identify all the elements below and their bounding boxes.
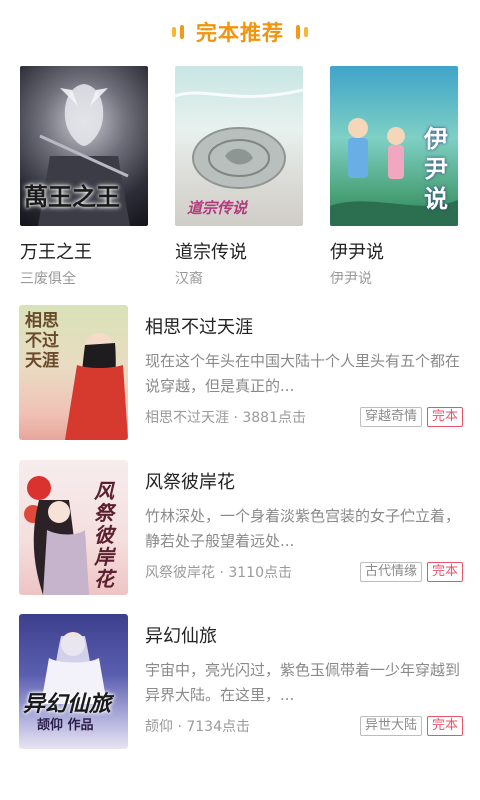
book-cover[interactable]: 萬王之王: [20, 66, 148, 226]
cover-title-text: 萬王之王: [24, 182, 120, 211]
top-book-card[interactable]: 萬王之王 万王之王 三废俱全: [20, 66, 148, 288]
book-byline: 颉仰 · 7134点击: [145, 719, 250, 735]
book-author: 伊尹说: [330, 271, 372, 287]
book-title[interactable]: 万王之王: [20, 238, 148, 264]
book-meta: 相思不过天涯 · 3881点击 穿越奇情 完本: [145, 406, 463, 428]
book-author: 三废俱全: [20, 271, 76, 287]
book-title[interactable]: 相思不过天涯: [145, 313, 463, 339]
book-description: 现在这个年头在中国大陆十个人里头有五个都在说穿越，但是真正的...: [145, 352, 461, 395]
book-author: 汉裔: [175, 271, 203, 287]
book-title[interactable]: 异幻仙旅: [145, 622, 463, 648]
cover-title-text: 道宗传说: [187, 199, 248, 217]
book-title[interactable]: 伊尹说: [330, 238, 458, 264]
book-cover[interactable]: 道宗传说: [175, 66, 303, 226]
book-meta: 风祭彼岸花 · 3110点击 古代情缘 完本: [145, 561, 463, 583]
book-description: 宇宙中，亮光闪过，紫色玉佩带着一少年穿越到异界大陆。在这里，...: [145, 661, 461, 704]
list-item[interactable]: 风祭彼岸花 风祭彼岸花 竹林深处，一个身着淡紫色宫装的女子伫立着，静若处子般望着…: [0, 460, 480, 600]
book-cover[interactable]: 伊尹说: [330, 66, 458, 226]
list-item[interactable]: 异幻仙旅 颉仰 作品 异幻仙旅 宇宙中，亮光闪过，紫色玉佩带着一少年穿越到异界大…: [0, 614, 480, 754]
cover-title-text: 风祭彼岸花: [94, 479, 114, 591]
cover-title-text: 相思不过天涯: [25, 311, 59, 371]
genre-tag[interactable]: 异世大陆: [359, 716, 422, 736]
status-badge: 完本: [426, 716, 463, 736]
book-cover[interactable]: 风祭彼岸花: [19, 460, 128, 595]
book-meta: 颉仰 · 7134点击 异世大陆 完本: [145, 715, 463, 737]
book-title[interactable]: 风祭彼岸花: [145, 468, 463, 494]
status-badge: 完本: [426, 562, 463, 582]
header-decoration-right: [296, 25, 308, 39]
book-title[interactable]: 道宗传说: [175, 238, 303, 264]
status-badge: 完本: [426, 407, 463, 427]
header-decoration-left: [172, 25, 184, 39]
top-books-row: 萬王之王 万王之王 三废俱全 道宗传说 道宗传说 汉裔 伊尹说 伊尹说 伊尹说: [0, 66, 480, 296]
top-book-card[interactable]: 道宗传说 道宗传说 汉裔: [175, 66, 303, 288]
genre-tag[interactable]: 古代情缘: [359, 562, 422, 582]
section-header: 完本推荐: [0, 14, 480, 50]
top-book-card[interactable]: 伊尹说 伊尹说 伊尹说: [330, 66, 458, 288]
cover-title-text: 伊尹说: [424, 124, 448, 213]
book-info: 异幻仙旅 宇宙中，亮光闪过，紫色玉佩带着一少年穿越到异界大陆。在这里，... 颉…: [145, 614, 463, 749]
list-item[interactable]: 相思不过天涯 相思不过天涯 现在这个年头在中国大陆十个人里头有五个都在说穿越，但…: [0, 305, 480, 445]
book-byline: 相思不过天涯 · 3881点击: [145, 410, 306, 426]
cover-author-text: 颉仰 作品: [37, 718, 94, 733]
genre-tag[interactable]: 穿越奇情: [359, 407, 422, 427]
book-byline: 风祭彼岸花 · 3110点击: [145, 565, 292, 581]
book-cover[interactable]: 异幻仙旅 颉仰 作品: [19, 614, 128, 749]
book-cover[interactable]: 相思不过天涯: [19, 305, 128, 440]
book-info: 风祭彼岸花 竹林深处，一个身着淡紫色宫装的女子伫立着，静若处子般望着远处... …: [145, 460, 463, 595]
book-description: 竹林深处，一个身着淡紫色宫装的女子伫立着，静若处子般望着远处...: [145, 507, 461, 550]
section-title: 完本推荐: [196, 21, 284, 45]
book-info: 相思不过天涯 现在这个年头在中国大陆十个人里头有五个都在说穿越，但是真正的...…: [145, 305, 463, 440]
